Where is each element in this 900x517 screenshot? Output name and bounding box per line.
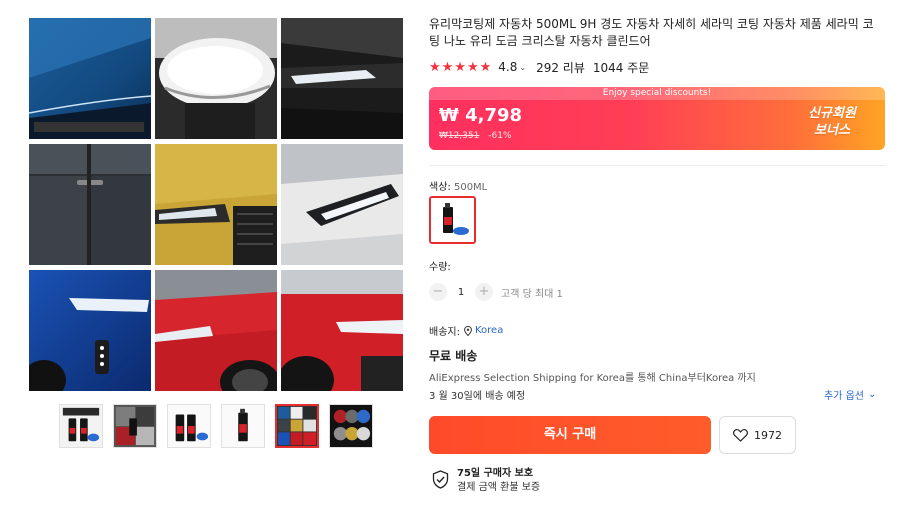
free-shipping: 무료 배송	[429, 349, 478, 363]
delivery-date: 3 월 30일에 배송 예정	[429, 391, 526, 402]
ship-to-country: Korea	[474, 325, 504, 336]
gallery-tile-car-hood-blue	[29, 18, 151, 139]
section-divider	[429, 165, 885, 166]
color-value: 500ML	[453, 182, 488, 193]
thumbnail-features-grid[interactable]	[329, 404, 373, 448]
gallery-tile-car-door	[29, 144, 151, 265]
buy-now-button[interactable]: 즉시 구매	[429, 416, 711, 454]
wishlist-count: 1972	[754, 428, 782, 442]
chevron-down-icon[interactable]: ⌄	[519, 63, 526, 72]
thumbnail-car-collage-active[interactable]	[275, 404, 319, 448]
more-options-link[interactable]: 추가 옵션 ⌄	[824, 387, 876, 402]
color-label: 색상: 500ML	[429, 178, 487, 193]
product-title: 유리막코팅제 자동차 500ML 9H 경도 자동차 자세히 세라믹 코팅 자동…	[429, 17, 874, 48]
gallery-tile-car-front-red-2	[281, 270, 403, 391]
review-count[interactable]: 292 리뷰	[536, 59, 585, 76]
wishlist-button[interactable]: 1972	[719, 416, 796, 454]
rating-row: ★★★★★ 4.8 ⌄ 292 리뷰 1044 주문	[429, 59, 649, 75]
gallery-tile-car-front-yellow	[155, 144, 277, 265]
heart-icon	[733, 428, 748, 442]
thumbnail-car-collage[interactable]	[113, 404, 157, 448]
protection-subtitle: 결제 금액 환불 보증	[457, 482, 541, 493]
ship-to-label: 배송지:	[429, 327, 460, 338]
new-member-bonus-badge[interactable]: 신규회원 보너스	[801, 105, 863, 139]
discount-strip: Enjoy special discounts!	[429, 87, 885, 100]
gallery-tile-headlight-black	[281, 18, 403, 139]
thumbnail-product-bottle-single[interactable]	[221, 404, 265, 448]
quantity-minus-button[interactable]: −	[429, 283, 447, 301]
shipping-description: AliExpress Selection Shipping for Korea를…	[429, 373, 756, 384]
bonus-line-2: 보너스	[814, 123, 850, 138]
gallery-tile-side-mirror	[155, 18, 277, 139]
quantity-value[interactable]: 1	[447, 287, 475, 298]
gallery-tile-headlight-white	[281, 144, 403, 265]
quantity-stepper: − 1 + 고객 당 최대 1	[429, 283, 563, 301]
original-price: ₩12,351	[439, 131, 480, 141]
rating-score[interactable]: 4.8	[498, 60, 517, 74]
quantity-label: 수량:	[429, 262, 451, 273]
color-swatch-500ml[interactable]	[429, 196, 476, 244]
product-image-gallery[interactable]	[29, 18, 403, 391]
discount-percent: -61%	[488, 131, 512, 141]
quantity-plus-button[interactable]: +	[475, 283, 493, 301]
original-price-row: ₩12,351 -61%	[439, 131, 512, 141]
order-count: 1044 주문	[592, 60, 650, 75]
gallery-tile-car-front-red	[155, 270, 277, 391]
thumbnail-product-bottles-1[interactable]	[59, 404, 103, 448]
ship-to-location[interactable]: Korea	[464, 325, 503, 336]
gallery-tile-headlight-blue	[29, 270, 151, 391]
location-pin-icon	[464, 325, 472, 336]
ship-to-row: 배송지: Korea	[429, 323, 503, 338]
buyer-protection: 75일 구매자 보호 결제 금액 환불 보증	[432, 467, 540, 495]
protection-title: 75일 구매자 보호	[457, 468, 534, 479]
rating-stars-icon: ★★★★★	[429, 59, 493, 75]
price-banner: Enjoy special discounts! ₩ 4,798 ₩12,351…	[429, 87, 885, 150]
current-price: ₩ 4,798	[439, 105, 523, 126]
shield-check-icon	[432, 470, 449, 489]
thumbnail-product-bottles-2[interactable]	[167, 404, 211, 448]
thumbnail-strip	[59, 404, 373, 448]
quantity-limit: 고객 당 최대 1	[501, 288, 563, 300]
more-options-label: 추가 옵션	[824, 391, 864, 402]
bonus-line-1: 신규회원	[808, 106, 856, 121]
chevron-down-icon: ⌄	[867, 389, 877, 400]
color-label-text: 색상:	[429, 182, 451, 193]
